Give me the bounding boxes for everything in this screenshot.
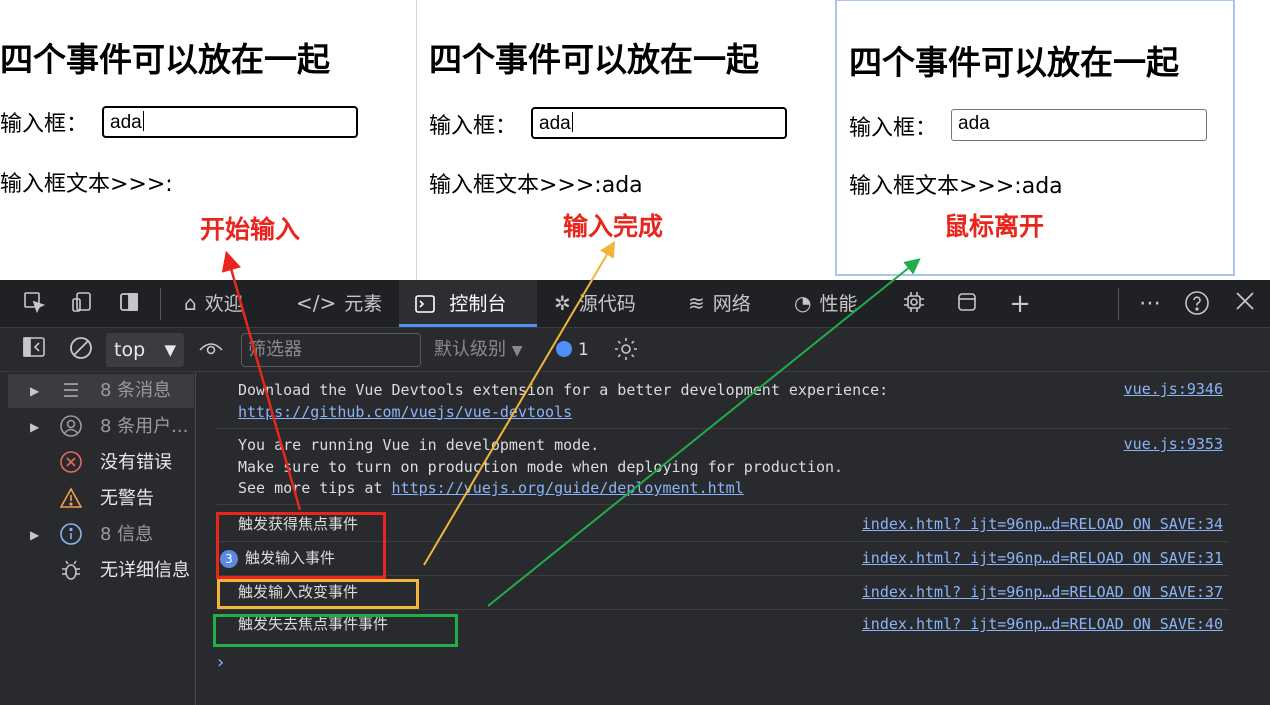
input-label: 输入框： xyxy=(429,114,518,139)
devtools-tabbar: ⌂ 欢迎 </> 元素 控制台 ✲ 源代码 ≋ 网络 ◔ 性能 + ⋯ xyxy=(0,280,1270,328)
page-margin xyxy=(1236,0,1270,280)
highlight-box-blur xyxy=(213,614,458,647)
annotation-start-input: 开始输入 xyxy=(200,215,301,244)
memory-icon[interactable] xyxy=(900,290,928,318)
sidebar-item-messages[interactable]: ▶ ☰ 8 条消息 xyxy=(8,374,194,408)
sidebar-item-verbose[interactable]: 无详细信息 xyxy=(8,554,194,588)
output-text: 输入框文本>>>: xyxy=(0,172,173,197)
console-prompt[interactable]: › xyxy=(215,652,226,673)
highlight-box-focus xyxy=(216,512,386,579)
source-link[interactable]: index.html? ijt=96np…d=RELOAD ON SAVE:31 xyxy=(862,549,1223,567)
message-count-badge[interactable]: 1 xyxy=(556,333,589,367)
input-label: 输入框： xyxy=(0,112,89,137)
devtools-panel: ⌂ 欢迎 </> 元素 控制台 ✲ 源代码 ≋ 网络 ◔ 性能 + ⋯ top … xyxy=(0,280,1270,705)
console-sidebar: ▶ ☰ 8 条消息 ▶ 8 条用户... 没有错误 无警告 ▶ 8 信息 无详细… xyxy=(0,372,196,705)
toolbar-divider xyxy=(160,288,161,320)
console-link[interactable]: https://github.com/vuejs/vue-devtools xyxy=(238,403,572,421)
page-heading: 四个事件可以放在一起 xyxy=(849,43,1179,82)
source-link[interactable]: index.html? ijt=96np…d=RELOAD ON SAVE:37 xyxy=(862,583,1223,601)
source-link[interactable]: index.html? ijt=96np…d=RELOAD ON SAVE:40 xyxy=(862,615,1223,633)
snapshot-start-input: 四个事件可以放在一起 输入框： ada 输入框文本>>>: 开始输入 xyxy=(0,0,415,280)
help-icon[interactable] xyxy=(1183,290,1211,318)
sidebar-item-errors[interactable]: 没有错误 xyxy=(8,446,194,480)
sidebar-item-user-messages[interactable]: ▶ 8 条用户... xyxy=(8,410,194,444)
tab-performance[interactable]: ◔ 性能 xyxy=(790,280,861,327)
source-link[interactable]: vue.js:9346 xyxy=(1124,380,1223,398)
output-text: 输入框文本>>>:ada xyxy=(429,173,643,198)
annotation-input-done: 输入完成 xyxy=(563,212,664,241)
page-heading: 四个事件可以放在一起 xyxy=(0,40,330,79)
tab-elements[interactable]: </> 元素 xyxy=(292,280,386,327)
bug-icon: ✲ xyxy=(554,291,571,315)
console-entry: You are running Vue in development mode.… xyxy=(217,435,1229,505)
gauge-icon: ◔ xyxy=(794,291,812,315)
warning-icon xyxy=(58,482,84,516)
source-link[interactable]: index.html? ijt=96np…d=RELOAD ON SAVE:34 xyxy=(862,515,1223,533)
sidebar-toggle-icon[interactable] xyxy=(20,336,48,364)
highlight-box-change xyxy=(217,579,419,609)
tab-sources[interactable]: ✲ 源代码 xyxy=(550,280,640,327)
tab-network[interactable]: ≋ 网络 xyxy=(684,280,755,327)
sidebar-item-warnings[interactable]: 无警告 xyxy=(8,482,194,516)
settings-gear-icon[interactable] xyxy=(612,336,640,364)
sidebar-item-info[interactable]: ▶ 8 信息 xyxy=(8,518,194,552)
context-select[interactable]: top ▼ xyxy=(106,333,184,367)
console-message: You are running Vue in development mode.… xyxy=(238,436,844,497)
expand-arrow-icon[interactable]: ▶ xyxy=(30,518,39,552)
bug-icon xyxy=(58,554,84,588)
snapshot-input-done: 四个事件可以放在一起 输入框： ada 输入框文本>>>:ada 输入完成 xyxy=(416,0,832,280)
user-icon xyxy=(58,410,84,444)
text-input[interactable]: ada xyxy=(531,107,787,139)
chevron-down-icon: ▼ xyxy=(164,341,176,359)
add-tab-icon[interactable]: + xyxy=(1006,290,1034,318)
filter-input[interactable]: 筛选器 xyxy=(241,333,421,367)
device-toolbar-icon[interactable] xyxy=(68,290,96,318)
console-toolbar: top ▼ 筛选器 默认级别 ▼ 1 xyxy=(0,328,1270,372)
wifi-icon: ≋ xyxy=(688,291,705,315)
console-message: Download the Vue Devtools extension for … xyxy=(238,381,889,421)
console-icon xyxy=(415,291,441,315)
dock-side-icon[interactable] xyxy=(115,290,143,318)
text-input[interactable]: ada xyxy=(951,109,1207,141)
info-icon xyxy=(58,518,84,552)
snapshot-mouse-leave: 四个事件可以放在一起 输入框： ada 输入框文本>>>:ada 鼠标离开 xyxy=(835,0,1235,276)
tab-welcome[interactable]: ⌂ 欢迎 xyxy=(180,280,247,327)
message-icon xyxy=(556,341,572,357)
page-heading: 四个事件可以放在一起 xyxy=(429,40,759,79)
input-label: 输入框： xyxy=(849,116,938,141)
application-icon[interactable] xyxy=(953,290,981,318)
close-icon[interactable] xyxy=(1231,290,1259,318)
expand-arrow-icon[interactable]: ▶ xyxy=(30,410,39,444)
error-icon xyxy=(58,446,84,480)
clear-console-icon[interactable] xyxy=(67,336,95,364)
tab-console[interactable]: 控制台 xyxy=(399,280,537,327)
output-text: 输入框文本>>>:ada xyxy=(849,174,1063,199)
code-icon: </> xyxy=(296,291,337,315)
more-icon[interactable]: ⋯ xyxy=(1136,290,1164,318)
home-icon: ⌂ xyxy=(184,291,197,315)
log-levels-dropdown[interactable]: 默认级别 ▼ xyxy=(434,333,523,367)
toolbar-divider xyxy=(1118,288,1119,320)
annotation-mouse-leave: 鼠标离开 xyxy=(944,212,1045,241)
console-entry: Download the Vue Devtools extension for … xyxy=(217,380,1229,429)
expand-arrow-icon[interactable]: ▶ xyxy=(30,374,39,408)
chevron-down-icon: ▼ xyxy=(511,343,523,359)
inspect-icon[interactable] xyxy=(20,290,48,318)
console-link[interactable]: https://vuejs.org/guide/deployment.html xyxy=(392,479,744,497)
live-expression-icon[interactable] xyxy=(197,336,225,364)
source-link[interactable]: vue.js:9353 xyxy=(1124,435,1223,453)
list-icon: ☰ xyxy=(62,380,80,402)
text-input[interactable]: ada xyxy=(102,106,358,138)
